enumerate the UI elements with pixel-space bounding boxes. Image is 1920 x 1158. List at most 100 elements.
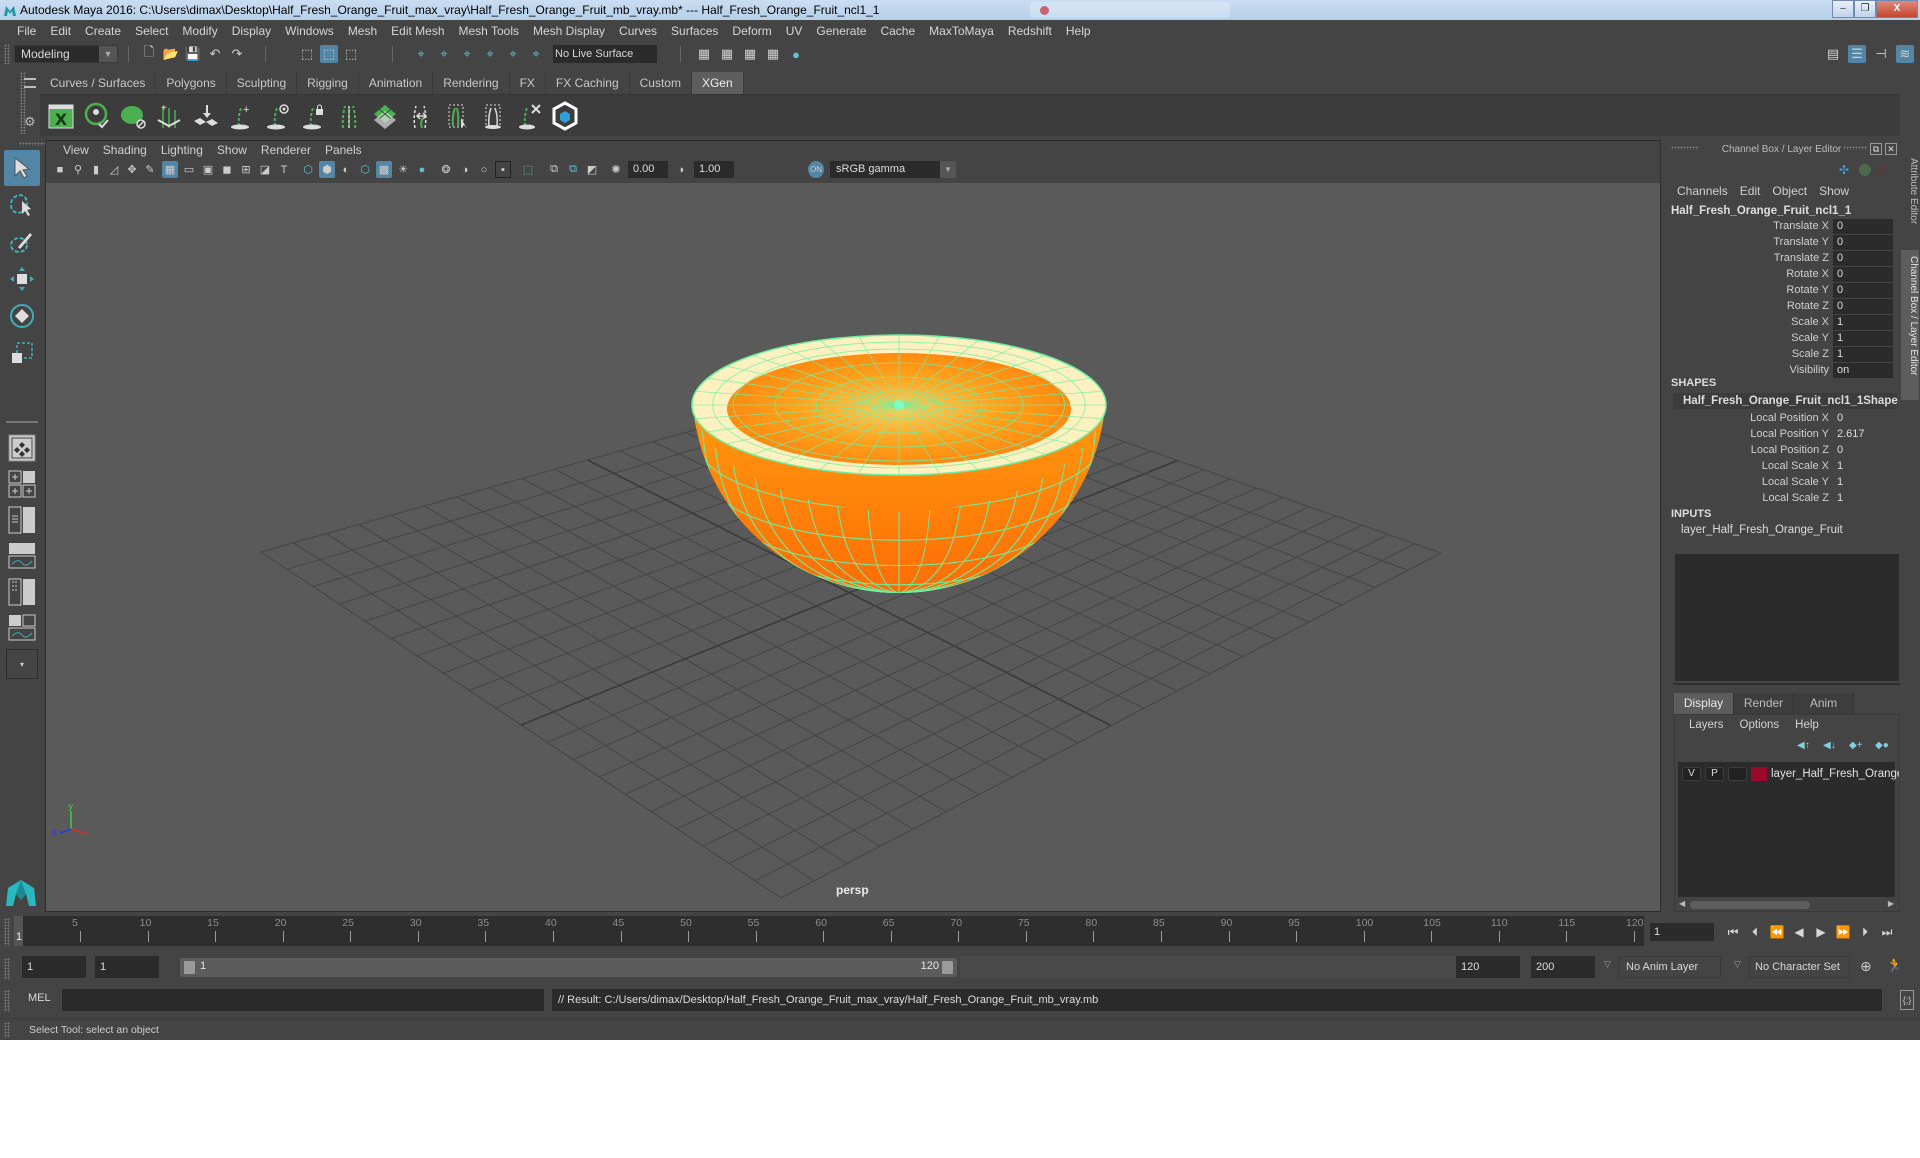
channel-row[interactable]: Visibility on [1663,362,1900,378]
menu-mesh-display[interactable]: Mesh Display [526,20,612,42]
viewport-menu-shading[interactable]: Shading [96,143,154,157]
shadows-icon[interactable]: ● [414,161,430,178]
close-button[interactable]: X [1876,0,1918,18]
xgen-add-guide-icon[interactable]: + [226,99,256,133]
auto-keyframe-icon[interactable]: ⊕ [1860,958,1872,975]
playback-start-field[interactable]: 1 [95,956,159,978]
channel-value[interactable]: 1 [1833,491,1893,506]
menu-set-select[interactable]: Modeling ▼ [14,45,118,63]
channel-row[interactable]: Local Position Y 2.617 [1663,426,1900,442]
live-surface-field[interactable]: No Live Surface [553,45,657,63]
hypershade-persp-layout-icon[interactable] [6,577,38,607]
layer-list-scrollbar[interactable]: ◀ ▶ [1678,899,1895,911]
xgen-bake-icon[interactable] [550,99,580,133]
menu-edit-mesh[interactable]: Edit Mesh [384,20,451,42]
channel-box-menu-show[interactable]: Show [1813,184,1855,198]
open-scene-icon[interactable]: 📂 [162,45,180,63]
xray-active-components-icon[interactable]: ⧉ [565,161,581,178]
move-layer-down-icon[interactable]: ◀↓ [1823,740,1841,752]
camera-attributes-icon[interactable]: ⚲ [70,161,86,178]
new-layer-from-selection-icon[interactable]: ◆● [1875,740,1893,752]
shelf-tab-rendering[interactable]: Rendering [433,72,510,94]
float-panel-icon[interactable]: ⧉ [1870,143,1882,155]
multisample-aa-icon[interactable]: ○ [476,161,492,178]
render-view-icon[interactable]: ▦ [764,45,782,63]
shelf-tab-sculpting[interactable]: Sculpting [226,72,298,94]
xgen-editor-icon[interactable]: X [46,99,76,133]
save-scene-icon[interactable]: 💾 [184,45,202,63]
wireframe-icon[interactable]: ⬡ [300,161,316,178]
channel-value[interactable]: 2.617 [1833,427,1893,442]
menu-mesh-tools[interactable]: Mesh Tools [452,20,526,42]
step-forward-key-icon[interactable]: ⏩ [1834,923,1852,941]
paint-select-tool-icon[interactable] [4,224,40,260]
channel-row[interactable]: Local Position X 0 [1663,410,1900,426]
range-slider[interactable]: 1 120 [180,958,957,977]
channel-row[interactable]: Local Scale Z 1 [1663,490,1900,506]
xgen-sculpt-guides-icon[interactable] [406,99,436,133]
exposure-field[interactable]: 0.00 [628,161,668,178]
field-chart-icon[interactable]: ⊞ [238,161,254,178]
chevron-down-icon[interactable]: ▽ [1734,959,1741,970]
shape-node-name[interactable]: Half_Fresh_Orange_Fruit_ncl1_1Shape [1673,393,1898,409]
xray-joints-icon[interactable]: ◩ [584,161,600,178]
snap-to-view-plane-icon[interactable]: ⌖ [504,45,522,63]
undo-icon[interactable]: ↶ [206,45,224,63]
render-settings-icon[interactable]: ▦ [695,45,713,63]
layer-menu-help[interactable]: Help [1787,719,1827,731]
layout-more-button[interactable]: ▾ [6,649,38,679]
menu-edit[interactable]: Edit [43,20,78,42]
hypershade-icon[interactable]: ● [787,45,805,63]
xgen-deselect-guides-icon[interactable] [478,99,508,133]
animation-start-field[interactable]: 1 [22,956,86,978]
channel-value[interactable]: 1 [1833,314,1893,330]
snap-to-curve-icon[interactable]: ⌖ [435,45,453,63]
status-line-grip[interactable] [4,44,10,64]
shelf-menu-icon[interactable] [24,78,36,88]
resolution-gate-icon[interactable]: ▣ [200,161,216,178]
select-camera-icon[interactable]: ■ [52,161,68,178]
rotate-tool-icon[interactable] [4,298,40,334]
snap-to-point-icon[interactable]: ⌖ [458,45,476,63]
grid-toggle-icon[interactable]: ▦ [162,161,178,178]
select-by-component-icon[interactable]: ⬚ [342,45,360,63]
menu-windows[interactable]: Windows [278,20,341,42]
minimize-button[interactable]: – [1832,0,1854,18]
use-all-lights-icon[interactable]: ☀ [395,161,411,178]
script-editor-icon[interactable]: {;} [1900,990,1914,1010]
channel-value[interactable]: 0 [1833,250,1893,266]
single-perspective-layout-icon[interactable] [6,433,38,463]
channel-row[interactable]: Translate Z 0 [1663,250,1900,266]
lasso-tool-icon[interactable] [4,187,40,223]
speed-icon[interactable] [1859,164,1871,176]
new-scene-icon[interactable]: 🗋 [140,44,158,63]
menu-surfaces[interactable]: Surfaces [664,20,725,42]
channel-value[interactable]: 0 [1833,282,1893,298]
playback-end-field[interactable]: 120 [1456,956,1520,978]
screen-space-ao-icon[interactable]: ❂ [438,161,454,178]
layer-playback-toggle[interactable]: P [1705,767,1724,781]
shelf-tab-fx-caching[interactable]: FX Caching [545,72,630,94]
channel-row[interactable]: Rotate Z 0 [1663,298,1900,314]
channel-value[interactable]: 1 [1833,459,1893,474]
menu-uv[interactable]: UV [779,20,810,42]
exposure-icon[interactable]: ✺ [608,161,624,178]
step-forward-frame-icon[interactable]: ⏵ [1856,923,1874,941]
shelf-tab-xgen[interactable]: XGen [691,72,744,94]
gate-mask-icon[interactable]: ◼ [219,161,235,178]
animation-end-field[interactable]: 200 [1531,956,1595,978]
viewport-menu-panels[interactable]: Panels [318,143,369,157]
layer-menu-options[interactable]: Options [1732,719,1788,731]
animation-preferences-icon[interactable]: 🏃 [1886,957,1903,974]
layer-display-type-toggle[interactable] [1728,767,1747,781]
range-start-handle[interactable] [184,961,195,974]
gamma-field[interactable]: 1.00 [694,161,734,178]
shelf-tab-curves-surfaces[interactable]: Curves / Surfaces [40,72,157,94]
menu-generate[interactable]: Generate [809,20,873,42]
move-layer-up-icon[interactable]: ◀↑ [1797,740,1815,752]
shelf-tab-animation[interactable]: Animation [358,72,434,94]
gamma-icon[interactable]: ◗ [674,161,690,178]
xgen-delete-guides-icon[interactable] [514,99,544,133]
menu-select[interactable]: Select [128,20,175,42]
layer-visibility-toggle[interactable]: V [1682,767,1701,781]
